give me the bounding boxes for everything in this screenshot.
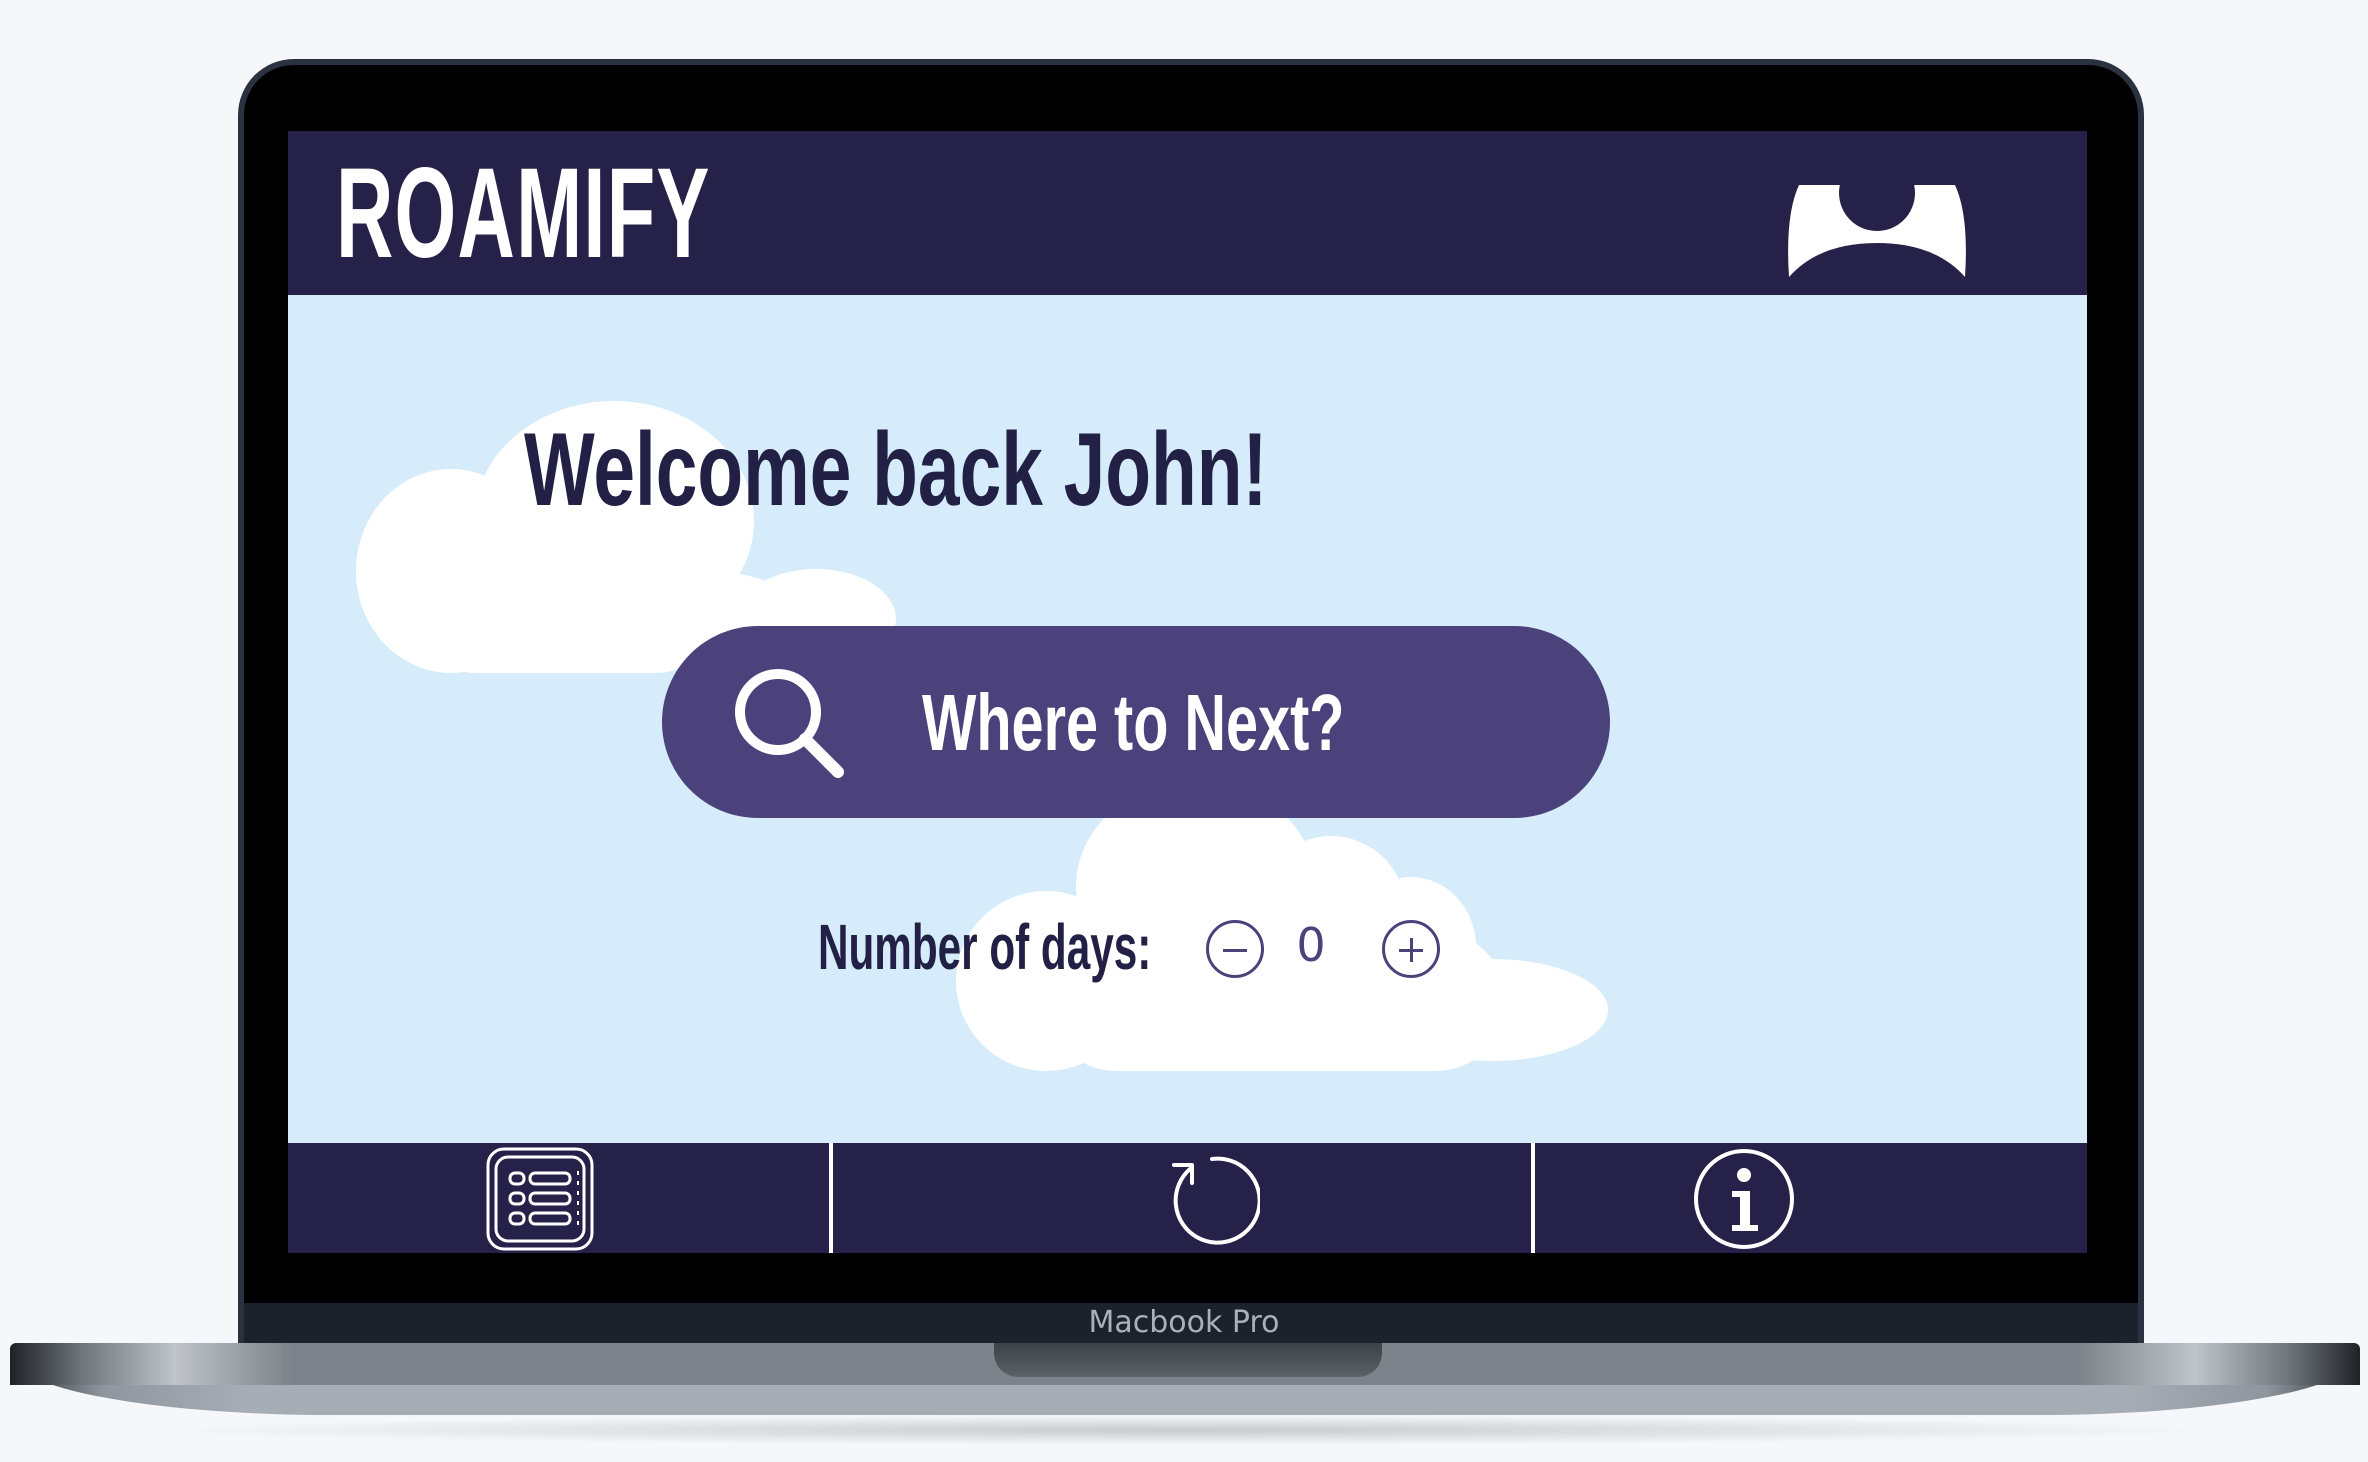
nav-divider xyxy=(1531,1143,1535,1253)
info-icon[interactable] xyxy=(1692,1147,1796,1251)
search-icon xyxy=(735,669,844,778)
app-logo[interactable]: ROAMIFY xyxy=(336,149,711,279)
laptop-notch xyxy=(994,1343,1382,1377)
device-label: Macbook Pro xyxy=(1088,1305,1280,1340)
laptop-shadow xyxy=(130,1415,2240,1445)
nav-divider xyxy=(829,1143,833,1253)
bottom-nav xyxy=(288,1143,2087,1253)
welcome-heading: Welcome back John! xyxy=(524,412,1268,528)
list-icon[interactable] xyxy=(486,1147,594,1251)
minus-circle-icon[interactable] xyxy=(1206,920,1264,978)
days-value: 0 xyxy=(1296,918,1326,972)
laptop-mockup: Macbook Pro ROAMIFY Welcome back John! W… xyxy=(0,0,2368,1462)
profile-avatar-icon[interactable] xyxy=(1785,185,1969,277)
search-label: Where to Next? xyxy=(922,678,1345,767)
app-screen: ROAMIFY Welcome back John! Where to Next… xyxy=(288,131,2087,1253)
app-header: ROAMIFY xyxy=(288,131,2087,295)
refresh-icon[interactable] xyxy=(1164,1153,1262,1249)
days-label: Number of days: xyxy=(818,911,1152,983)
plus-circle-icon[interactable] xyxy=(1382,920,1440,978)
search-bar[interactable]: Where to Next? xyxy=(662,626,1610,818)
